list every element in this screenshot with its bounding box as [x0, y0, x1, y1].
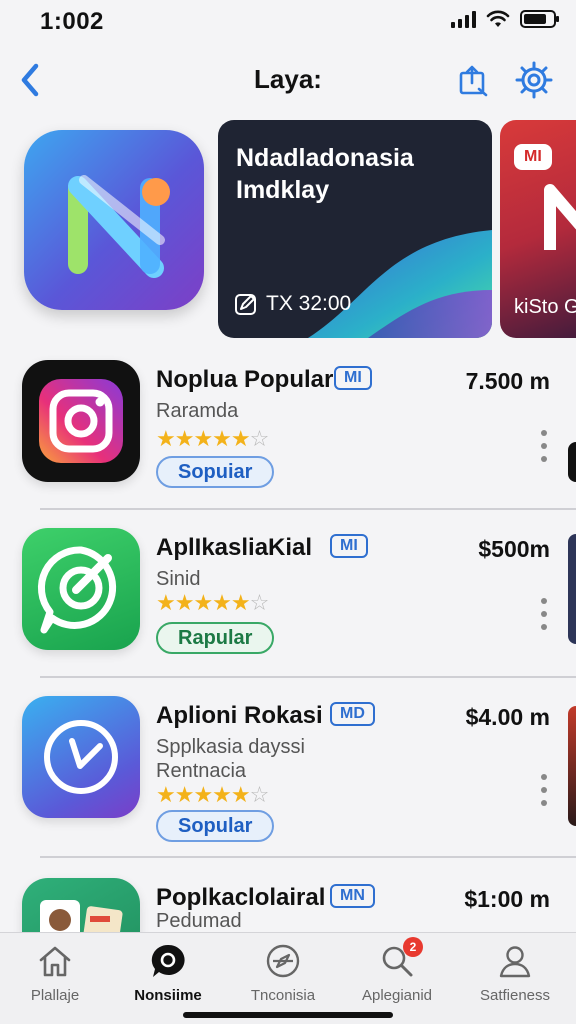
- featured-card-title: Ndadladonasia Imdklay: [236, 144, 414, 204]
- tab-label: Aplegianid: [361, 987, 433, 1004]
- notification-badge: 2: [403, 937, 423, 957]
- home-indicator[interactable]: [183, 1012, 393, 1018]
- featured-app-icon[interactable]: [24, 130, 204, 310]
- app-subtitle: Sinid: [156, 568, 201, 590]
- more-options-button[interactable]: [534, 770, 554, 810]
- app-price: 7.500 m: [465, 368, 550, 394]
- n-logo-icon: [68, 175, 170, 278]
- share-icon: [459, 65, 488, 97]
- app-badge: MN: [330, 884, 375, 908]
- list-item[interactable]: Poplkaclolairal MN $1:00 m Pedumad: [0, 868, 576, 938]
- tab-bar: Plallaje Nonsiime Tnconisia 2 Aplegianid…: [0, 932, 576, 1024]
- category-pill[interactable]: Rapular: [156, 622, 275, 654]
- app-subtitle: Spplkasia dayssi: [156, 736, 305, 758]
- app-subtitle: Raramda: [156, 400, 239, 422]
- divider: [40, 508, 576, 510]
- featured-carousel[interactable]: Ndadladonasia Imdklay TX 32:00 MI kiSto …: [0, 120, 576, 340]
- wifi-icon: [486, 10, 510, 27]
- divider: [40, 676, 576, 678]
- nav-bar: Laya:: [0, 52, 576, 108]
- star-rating: ★★★★★☆: [156, 782, 269, 807]
- featured-card-secondary[interactable]: MI kiSto G: [500, 120, 576, 338]
- app-subtitle-secondary: Rentnacia: [156, 760, 247, 782]
- battery-icon: [520, 10, 559, 28]
- clock-icon: [22, 696, 140, 818]
- featured-card[interactable]: Ndadladonasia Imdklay TX 32:00: [218, 120, 492, 338]
- app-badge: MI: [334, 366, 372, 390]
- divider: [40, 856, 576, 858]
- edge-preview: [568, 534, 576, 644]
- person-icon: [495, 941, 535, 981]
- edge-preview: [568, 442, 576, 482]
- gear-icon: [515, 61, 553, 99]
- m-logo-icon: [544, 184, 576, 250]
- app-name: AplIkasliaKial: [156, 534, 313, 561]
- star-rating: ★★★★★☆: [156, 590, 269, 615]
- signal-icon: [451, 10, 476, 28]
- person-photo-icon: [22, 878, 140, 938]
- tab-label: Tnconisia: [250, 987, 316, 1004]
- featured-card-meta: TX 32:00: [234, 292, 351, 316]
- star-rating: ★★★★★☆: [156, 426, 269, 451]
- app-name: Poplkaclolairal: [156, 884, 326, 911]
- category-pill[interactable]: Sopular: [156, 810, 275, 842]
- list-item[interactable]: Noplua Popular MI 7.500 m Raramda ★★★★★☆…: [0, 350, 576, 518]
- chat-bubble-icon: [148, 941, 188, 981]
- status-icons: [451, 10, 559, 28]
- app-name: Aplioni Rokasi: [156, 702, 323, 729]
- featured-card2-badge: MI: [514, 144, 552, 170]
- more-options-button[interactable]: [534, 426, 554, 466]
- instagram-icon: [22, 360, 140, 482]
- home-icon: [35, 941, 75, 981]
- list-item[interactable]: AplIkasliaKial MI $500m Sinid ★★★★★☆ Rap…: [0, 518, 576, 686]
- app-price: $1:00 m: [464, 886, 550, 912]
- app-subtitle: Pedumad: [156, 910, 242, 932]
- category-pill[interactable]: Sopuiar: [156, 456, 275, 488]
- edge-preview: [568, 706, 576, 826]
- tab-explore[interactable]: Tnconisia: [228, 941, 338, 1011]
- share-button[interactable]: [453, 60, 493, 100]
- settings-button[interactable]: [514, 60, 554, 100]
- tab-label: Satfieness: [479, 987, 551, 1004]
- edit-icon: [235, 294, 256, 315]
- app-price: $4.00 m: [465, 704, 550, 730]
- more-options-button[interactable]: [534, 594, 554, 634]
- tab-label: Nonsiime: [134, 987, 202, 1004]
- featured-card2-caption: kiSto G: [514, 296, 576, 318]
- tab-profile[interactable]: Satfieness: [460, 941, 570, 1011]
- search-icon: 2: [377, 937, 423, 981]
- tab-search[interactable]: 2 Aplegianid: [342, 937, 452, 1011]
- app-price: $500m: [478, 536, 550, 562]
- tab-label: Plallaje: [30, 987, 80, 1004]
- status-bar: 1:002: [0, 0, 576, 48]
- tab-home[interactable]: Plallaje: [0, 941, 110, 1011]
- status-time: 1:002: [40, 8, 104, 35]
- list-item[interactable]: Aplioni Rokasi MD $4.00 m Spplkasia days…: [0, 686, 576, 858]
- app-name: Noplua Popular: [156, 366, 334, 393]
- app-badge: MI: [330, 534, 368, 558]
- tab-messages[interactable]: Nonsiime: [113, 941, 223, 1011]
- featured-card-meta-text: TX 32:00: [266, 292, 352, 315]
- check-chat-icon: [22, 528, 140, 650]
- app-badge: MD: [330, 702, 375, 726]
- compass-icon: [263, 941, 303, 981]
